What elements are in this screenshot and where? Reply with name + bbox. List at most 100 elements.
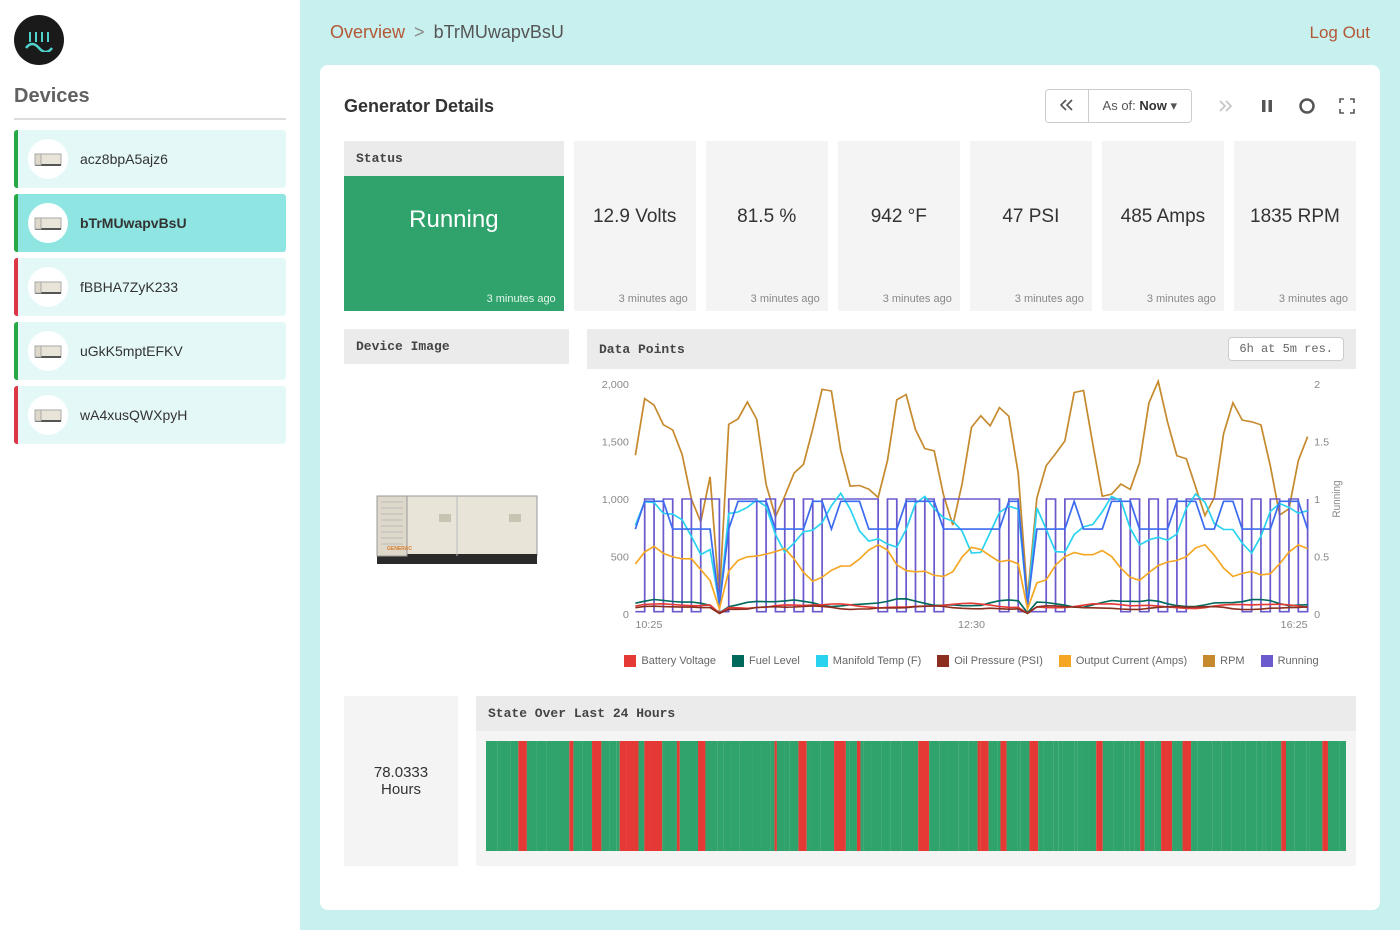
breadcrumb-root[interactable]: Overview xyxy=(330,22,405,42)
datapoints-header: Data Points 6h at 5m res. xyxy=(587,329,1356,369)
time-back-button[interactable] xyxy=(1046,90,1089,122)
refresh-button[interactable] xyxy=(1298,97,1316,115)
stat-footer: 3 minutes ago xyxy=(1102,293,1224,311)
status-card: Status Running 3 minutes ago xyxy=(344,141,564,311)
stat-footer: 3 minutes ago xyxy=(574,293,696,311)
sidebar: Devices acz8bpA5ajz6 bTrMUwapvBsU fBBHA7Zy… xyxy=(0,0,300,930)
device-label: bTrMUwapvBsU xyxy=(80,215,187,231)
main-area: Overview > bTrMUwapvBsU Log Out Generato… xyxy=(300,0,1400,930)
svg-text:2,000: 2,000 xyxy=(602,380,629,391)
breadcrumb-sep: > xyxy=(414,22,425,42)
status-footer: 3 minutes ago xyxy=(487,293,564,311)
device-thumbnail xyxy=(28,331,68,371)
legend-swatch xyxy=(624,655,636,667)
svg-text:GENERAC: GENERAC xyxy=(387,546,412,552)
stat-value: 942 °F xyxy=(871,206,927,228)
stat-card: 81.5 %3 minutes ago xyxy=(706,141,828,311)
playback-controls xyxy=(1258,97,1356,115)
pause-icon xyxy=(1261,99,1273,113)
breadcrumb: Overview > bTrMUwapvBsU xyxy=(330,22,564,43)
svg-text:0: 0 xyxy=(623,610,629,621)
stat-value: 12.9 Volts xyxy=(593,206,676,228)
device-thumbnail xyxy=(28,203,68,243)
legend-item[interactable]: Oil Pressure (PSI) xyxy=(937,655,1043,667)
device-label: wA4xusQWXpyH xyxy=(80,407,187,423)
stat-body: 12.9 Volts xyxy=(574,141,696,293)
sidebar-device-item[interactable]: uGkK5mptEFKV xyxy=(14,322,286,380)
legend-label: Manifold Temp (F) xyxy=(833,655,921,667)
stat-card: 47 PSI3 minutes ago xyxy=(970,141,1092,311)
chart-area[interactable]: 2,0001,5001,000500021.510.50Running10:25… xyxy=(587,369,1356,678)
legend-item[interactable]: Battery Voltage xyxy=(624,655,716,667)
legend-item[interactable]: Running xyxy=(1261,655,1319,667)
breadcrumb-current: bTrMUwapvBsU xyxy=(434,22,564,42)
caret-down-icon: ▾ xyxy=(1170,98,1177,113)
stat-body: 81.5 % xyxy=(706,141,828,293)
sidebar-device-item[interactable]: acz8bpA5ajz6 xyxy=(14,130,286,188)
sidebar-device-item[interactable]: fBBHA7ZyK233 xyxy=(14,258,286,316)
device-label: fBBHA7ZyK233 xyxy=(80,279,178,295)
svg-text:16:25: 16:25 xyxy=(1281,620,1308,631)
sidebar-divider xyxy=(14,118,286,120)
double-chevron-left-icon xyxy=(1060,99,1074,111)
hours-card: 78.0333 Hours xyxy=(344,696,458,866)
mid-row: Device Image GENERAC xyxy=(344,329,1356,678)
device-image-card: Device Image GENERAC xyxy=(344,329,569,678)
stat-value: 47 PSI xyxy=(1002,206,1059,228)
logout-link[interactable]: Log Out xyxy=(1310,23,1371,43)
stat-value: 485 Amps xyxy=(1121,206,1206,228)
svg-text:12:30: 12:30 xyxy=(958,620,985,631)
legend-item[interactable]: RPM xyxy=(1203,655,1244,667)
stat-footer: 3 minutes ago xyxy=(1234,293,1356,311)
svg-text:1,500: 1,500 xyxy=(602,438,629,449)
asof-group: As of: Now ▾ xyxy=(1045,89,1192,123)
device-list: acz8bpA5ajz6 bTrMUwapvBsU fBBHA7ZyK233 uGkK… xyxy=(14,130,286,444)
svg-text:10:25: 10:25 xyxy=(635,620,662,631)
legend-item[interactable]: Fuel Level xyxy=(732,655,800,667)
svg-text:2: 2 xyxy=(1314,380,1320,391)
svg-text:Running: Running xyxy=(1332,480,1343,517)
pause-button[interactable] xyxy=(1258,97,1276,115)
refresh-icon xyxy=(1298,97,1316,115)
device-thumbnail xyxy=(28,139,68,179)
stat-body: 1835 RPM xyxy=(1234,141,1356,293)
sidebar-device-item[interactable]: bTrMUwapvBsU xyxy=(14,194,286,252)
state-24h-header: State Over Last 24 Hours xyxy=(476,696,1356,731)
datapoints-card: Data Points 6h at 5m res. 2,000 1,500 1,00… xyxy=(587,329,1356,678)
device-label: uGkK5mptEFKV xyxy=(80,343,183,359)
legend-swatch xyxy=(732,655,744,667)
chart-legend: Battery Voltage Fuel Level Manifold Temp (… xyxy=(592,649,1351,673)
time-forward-button[interactable] xyxy=(1216,97,1234,115)
stat-footer: 3 minutes ago xyxy=(706,293,828,311)
sidebar-title: Devices xyxy=(14,85,286,108)
svg-text:500: 500 xyxy=(611,553,629,564)
fullscreen-button[interactable] xyxy=(1338,97,1356,115)
asof-dropdown[interactable]: As of: Now ▾ xyxy=(1089,90,1191,122)
legend-item[interactable]: Output Current (Amps) xyxy=(1059,655,1187,667)
device-label: acz8bpA5ajz6 xyxy=(80,151,168,167)
stat-card: 942 °F3 minutes ago xyxy=(838,141,960,311)
device-image-header: Device Image xyxy=(344,329,569,364)
content-panel: Generator Details As of: Now ▾ xyxy=(320,65,1380,910)
legend-item[interactable]: Manifold Temp (F) xyxy=(816,655,921,667)
status-header: Status xyxy=(344,141,564,176)
legend-label: Fuel Level xyxy=(749,655,800,667)
datapoints-title: Data Points xyxy=(599,342,685,357)
svg-text:0: 0 xyxy=(1314,610,1320,621)
state-24h-card: State Over Last 24 Hours xyxy=(476,696,1356,866)
stat-value: 1835 RPM xyxy=(1250,206,1340,228)
sidebar-device-item[interactable]: wA4xusQWXpyH xyxy=(14,386,286,444)
device-thumbnail xyxy=(28,267,68,307)
double-chevron-right-icon xyxy=(1218,100,1232,112)
state-24h-chart xyxy=(486,741,1346,851)
page-title: Generator Details xyxy=(344,96,494,117)
stat-card: 485 Amps 3 minutes ago xyxy=(1102,141,1224,311)
stat-body: 485 Amps xyxy=(1102,141,1224,293)
svg-text:1,000: 1,000 xyxy=(602,495,629,506)
status-value: Running xyxy=(409,206,498,234)
app-logo[interactable] xyxy=(14,15,64,65)
legend-label: Output Current (Amps) xyxy=(1076,655,1187,667)
bottom-row: 78.0333 Hours State Over Last 24 Hours xyxy=(344,696,1356,866)
hours-unit: Hours xyxy=(381,781,421,798)
resolution-badge[interactable]: 6h at 5m res. xyxy=(1228,337,1344,361)
